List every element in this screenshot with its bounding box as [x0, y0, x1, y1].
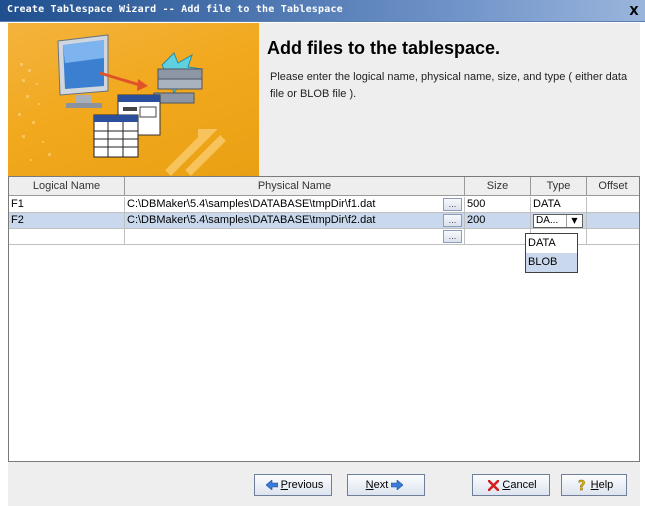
physical-name-cell[interactable]: C:\DBMaker\5.4\samples\DATABASE\tmpDir\f… — [125, 213, 465, 229]
type-cell[interactable]: DATA — [531, 197, 587, 213]
physical-name-cell[interactable]: C:\DBMaker\5.4\samples\DATABASE\tmpDir\f… — [125, 197, 465, 213]
wizard-footer: Previous Next Cancel ? Help — [8, 462, 640, 506]
physical-name-text: C:\DBMaker\5.4\samples\DATABASE\tmpDir\f… — [127, 214, 376, 226]
page-title: Add files to the tablespace. — [267, 38, 501, 58]
type-option-data[interactable]: DATA — [526, 234, 577, 253]
offset-cell[interactable] — [587, 229, 639, 245]
column-header-size[interactable]: Size — [465, 177, 531, 196]
title-bar: Create Tablespace Wizard -- Add file to … — [0, 0, 645, 22]
logical-name-cell[interactable] — [9, 229, 125, 245]
question-mark-icon: ? — [578, 479, 586, 492]
browse-button[interactable]: ... — [443, 214, 462, 227]
logical-name-cell[interactable]: F2 — [9, 213, 125, 229]
wizard-banner: Add files to the tablespace. Please ente… — [8, 23, 640, 176]
column-header-offset[interactable]: Offset — [587, 177, 639, 196]
size-cell[interactable]: 200 — [465, 213, 531, 229]
physical-name-cell[interactable] — [125, 229, 465, 245]
logical-name-cell[interactable]: F1 — [9, 197, 125, 213]
svg-text:?: ? — [578, 479, 586, 492]
column-header-type[interactable]: Type — [531, 177, 587, 196]
close-icon: X — [629, 4, 639, 18]
database-illustration-icon — [18, 34, 226, 176]
type-select[interactable]: DA... ▼ — [533, 214, 583, 228]
column-header-physical-name[interactable]: Physical Name — [125, 177, 465, 196]
help-button[interactable]: ? Help — [561, 474, 627, 496]
chevron-down-icon[interactable]: ▼ — [566, 215, 582, 227]
previous-button[interactable]: Previous — [254, 474, 332, 496]
banner-text-panel: Add files to the tablespace. Please ente… — [259, 23, 640, 176]
type-dropdown-list: DATA BLOB — [525, 233, 578, 273]
size-cell[interactable] — [465, 229, 531, 245]
size-cell[interactable]: 500 — [465, 197, 531, 213]
page-description: Please enter the logical name, physical … — [270, 71, 628, 100]
wizard-illustration — [8, 23, 259, 176]
browse-button[interactable]: ... — [443, 198, 462, 211]
browse-button[interactable]: ... — [443, 230, 462, 243]
offset-cell[interactable] — [587, 213, 639, 229]
cancel-button[interactable]: Cancel — [472, 474, 550, 496]
type-select-value: DA... — [536, 215, 559, 226]
physical-name-text: C:\DBMaker\5.4\samples\DATABASE\tmpDir\f… — [127, 198, 376, 210]
table-row-selected[interactable]: F2 C:\DBMaker\5.4\samples\DATABASE\tmpDi… — [9, 213, 639, 229]
files-table: Logical Name Physical Name Size Type Off… — [8, 176, 640, 462]
close-button[interactable]: X — [627, 4, 641, 18]
table-row[interactable]: F1 C:\DBMaker\5.4\samples\DATABASE\tmpDi… — [9, 197, 639, 213]
column-header-logical-name[interactable]: Logical Name — [9, 177, 125, 196]
right-arrow-icon — [391, 480, 404, 491]
red-x-icon — [488, 479, 500, 491]
offset-cell[interactable] — [587, 197, 639, 213]
left-arrow-icon — [265, 480, 278, 491]
type-option-blob[interactable]: BLOB — [526, 253, 577, 272]
next-button[interactable]: Next — [347, 474, 425, 496]
window-title: Create Tablespace Wizard -- Add file to … — [7, 4, 343, 15]
